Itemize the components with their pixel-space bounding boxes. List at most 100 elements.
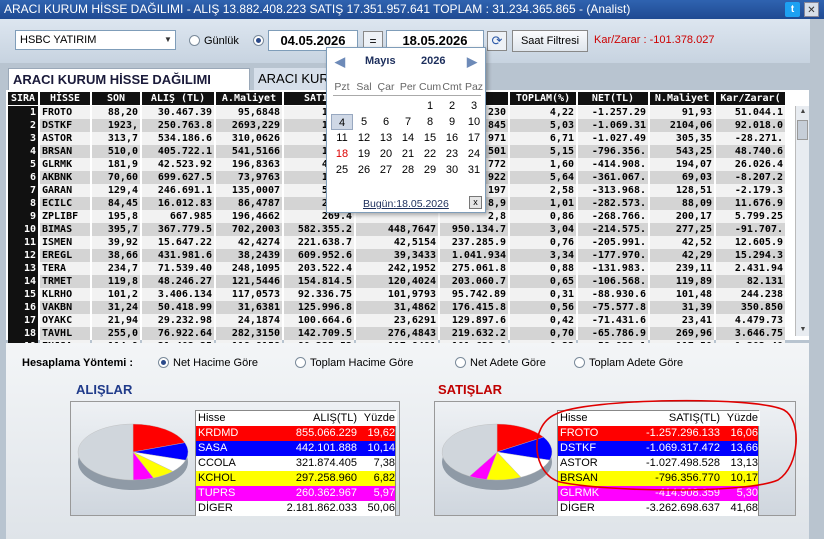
- table-row[interactable]: DİGER 2.181.862.033 50,06: [196, 501, 395, 516]
- calendar-day[interactable]: 6: [375, 114, 397, 130]
- calendar-day[interactable]: 29: [419, 162, 441, 178]
- grid-header-9[interactable]: NET(TL): [578, 92, 648, 105]
- tab-hisse-dagilimi[interactable]: ARACI KURUM HİSSE DAĞILIMI: [8, 68, 250, 90]
- calendar-day[interactable]: 31: [463, 162, 485, 178]
- calendar-year[interactable]: 2026: [421, 55, 445, 67]
- gunluk-radio[interactable]: [189, 35, 200, 46]
- calendar-day[interactable]: 1: [419, 98, 441, 114]
- calendar-today-link[interactable]: Bugün:18.05.2026: [363, 198, 449, 210]
- calendar-day[interactable]: 10: [463, 114, 485, 130]
- grid-cell: 14: [8, 275, 38, 288]
- calendar-day[interactable]: 7: [397, 114, 419, 130]
- calendar-day[interactable]: 27: [375, 162, 397, 178]
- calendar-day[interactable]: 28: [397, 162, 419, 178]
- table-row[interactable]: SASA 442.101.888 10,14: [196, 441, 395, 456]
- grid-header-3[interactable]: ALIŞ (TL): [142, 92, 214, 105]
- calendar-day[interactable]: 16: [441, 130, 463, 146]
- time-filter-button[interactable]: Saat Filtresi: [512, 30, 588, 52]
- scroll-thumb[interactable]: [797, 120, 808, 140]
- table-cell: 41,68: [730, 502, 758, 514]
- total-volume-radio[interactable]: [295, 357, 306, 368]
- calendar-day[interactable]: 4: [331, 114, 353, 130]
- calendar-day[interactable]: 15: [419, 130, 441, 146]
- calendar-month[interactable]: Mayıs: [365, 55, 396, 67]
- net-count-radio[interactable]: [455, 357, 466, 368]
- table-row[interactable]: KCHOL 297.258.960 6,82: [196, 471, 395, 486]
- calendar-day[interactable]: 12: [353, 130, 375, 146]
- total-count-radio[interactable]: [574, 357, 585, 368]
- table-row[interactable]: 15 KLRHO 101,2 3.406.134 117,0573 92.336.75 10…: [8, 288, 788, 301]
- calendar-day[interactable]: 19: [353, 146, 375, 162]
- calendar-close-icon[interactable]: x: [469, 196, 482, 209]
- net-volume-radio[interactable]: [158, 357, 169, 368]
- next-month-icon[interactable]: ▶: [467, 54, 477, 70]
- table-row[interactable]: 18 TAVHL 255,0 76.922.64 282,3150 142.709.5 27…: [8, 327, 788, 340]
- grid-cell: 4: [8, 145, 38, 158]
- grid-cell: EREGL: [40, 249, 90, 262]
- chevron-down-icon[interactable]: ▼: [161, 31, 175, 49]
- calendar-day[interactable]: 5: [353, 114, 375, 130]
- grid-scrollbar[interactable]: ▲ ▼: [795, 106, 809, 336]
- refresh-icon[interactable]: ⟳: [487, 31, 507, 51]
- calendar-day[interactable]: 2: [441, 98, 463, 114]
- table-row[interactable]: 10 BIMAS 395,7 367.779.5 702,2003 582.355.2 44…: [8, 223, 788, 236]
- calendar-day[interactable]: 8: [419, 114, 441, 130]
- grid-header-10[interactable]: N.Maliyet: [650, 92, 714, 105]
- calendar-day[interactable]: 23: [441, 146, 463, 162]
- grid-header-1[interactable]: HİSSE: [40, 92, 90, 105]
- buys-pie-chart: [77, 423, 189, 490]
- table-cell: KRDMD: [198, 427, 239, 439]
- calendar-day[interactable]: 17: [463, 130, 485, 146]
- grid-cell: 221.638.7: [284, 236, 354, 249]
- table-row[interactable]: 17 OYAKC 21,94 29.232.98 24,1874 100.664.6 23,…: [8, 314, 788, 327]
- twitter-icon[interactable]: t: [785, 2, 800, 17]
- calendar-day[interactable]: 20: [375, 146, 397, 162]
- table-row[interactable]: DİGER -3.262.698.637 41,68: [558, 501, 758, 516]
- calendar-day[interactable]: 25: [331, 162, 353, 178]
- prev-month-icon[interactable]: ◀: [335, 54, 345, 70]
- grid-header-4[interactable]: A.Maliyet: [216, 92, 282, 105]
- table-row[interactable]: 12 EREGL 38,66 431.981.6 38,2439 609.952.6 39,…: [8, 249, 788, 262]
- calendar-day[interactable]: 18: [331, 146, 353, 162]
- grid-header-0[interactable]: SIRA: [8, 92, 38, 105]
- close-icon[interactable]: ✕: [804, 2, 819, 17]
- table-row[interactable]: TUPRS 260.362.967 5,97: [196, 486, 395, 501]
- calendar-day[interactable]: 11: [331, 130, 353, 146]
- table-cell: 6,82: [373, 472, 395, 484]
- table-row[interactable]: CCOLA 321.874.405 7,38: [196, 456, 395, 471]
- calendar-day[interactable]: 30: [441, 162, 463, 178]
- total-count-label: Toplam Adete Göre: [589, 357, 684, 369]
- calendar-day[interactable]: 24: [463, 146, 485, 162]
- calendar-day[interactable]: 22: [419, 146, 441, 162]
- table-row[interactable]: 14 TRMET 119,8 48.246.27 121,5446 154.814.5 12…: [8, 275, 788, 288]
- grid-cell: 534.186.6: [142, 132, 214, 145]
- tab-araci-kurum[interactable]: ARACI KUR: [254, 68, 334, 90]
- table-row[interactable]: KRDMD 855.066.229 19,62: [196, 426, 395, 441]
- table-row[interactable]: 13 TERA 234,7 71.539.40 248,1095 203.522.4 242…: [8, 262, 788, 275]
- calendar-day[interactable]: 26: [353, 162, 375, 178]
- date-range-radio[interactable]: [253, 35, 264, 46]
- scroll-down-icon[interactable]: ▼: [796, 324, 810, 336]
- calendar-day[interactable]: 9: [441, 114, 463, 130]
- calendar-day[interactable]: 3: [463, 98, 485, 114]
- grid-cell: 196,8363: [216, 158, 282, 171]
- table-row[interactable]: 16 VAKBN 31,24 50.418.99 31,6381 125.996.8 31,…: [8, 301, 788, 314]
- table-row[interactable]: 11 ISMEN 39,92 15.647.22 42,4274 221.638.7 42,…: [8, 236, 788, 249]
- grid-header-11[interactable]: Kar/Zarar(: [716, 92, 785, 105]
- table-cell: 2.181.862.033: [286, 502, 357, 514]
- grid-cell: 702,2003: [216, 223, 282, 236]
- red-circle-annotation: [536, 399, 797, 491]
- grid-header-8[interactable]: TOPLAM(%): [510, 92, 576, 105]
- grid-cell: 95.742.89: [440, 288, 508, 301]
- calendar-day[interactable]: 13: [375, 130, 397, 146]
- net-volume-label: Net Hacime Göre: [173, 357, 258, 369]
- grid-header-2[interactable]: SON: [92, 92, 140, 105]
- grid-cell: 48.246.27: [142, 275, 214, 288]
- table-cell: CCOLA: [198, 457, 236, 469]
- scroll-up-icon[interactable]: ▲: [796, 106, 810, 118]
- calendar-day[interactable]: 14: [397, 130, 419, 146]
- grid-cell: -414.908.: [578, 158, 648, 171]
- grid-cell: TRMET: [40, 275, 90, 288]
- calendar-day[interactable]: 21: [397, 146, 419, 162]
- broker-select[interactable]: HSBC YATIRIM ▼: [15, 30, 176, 50]
